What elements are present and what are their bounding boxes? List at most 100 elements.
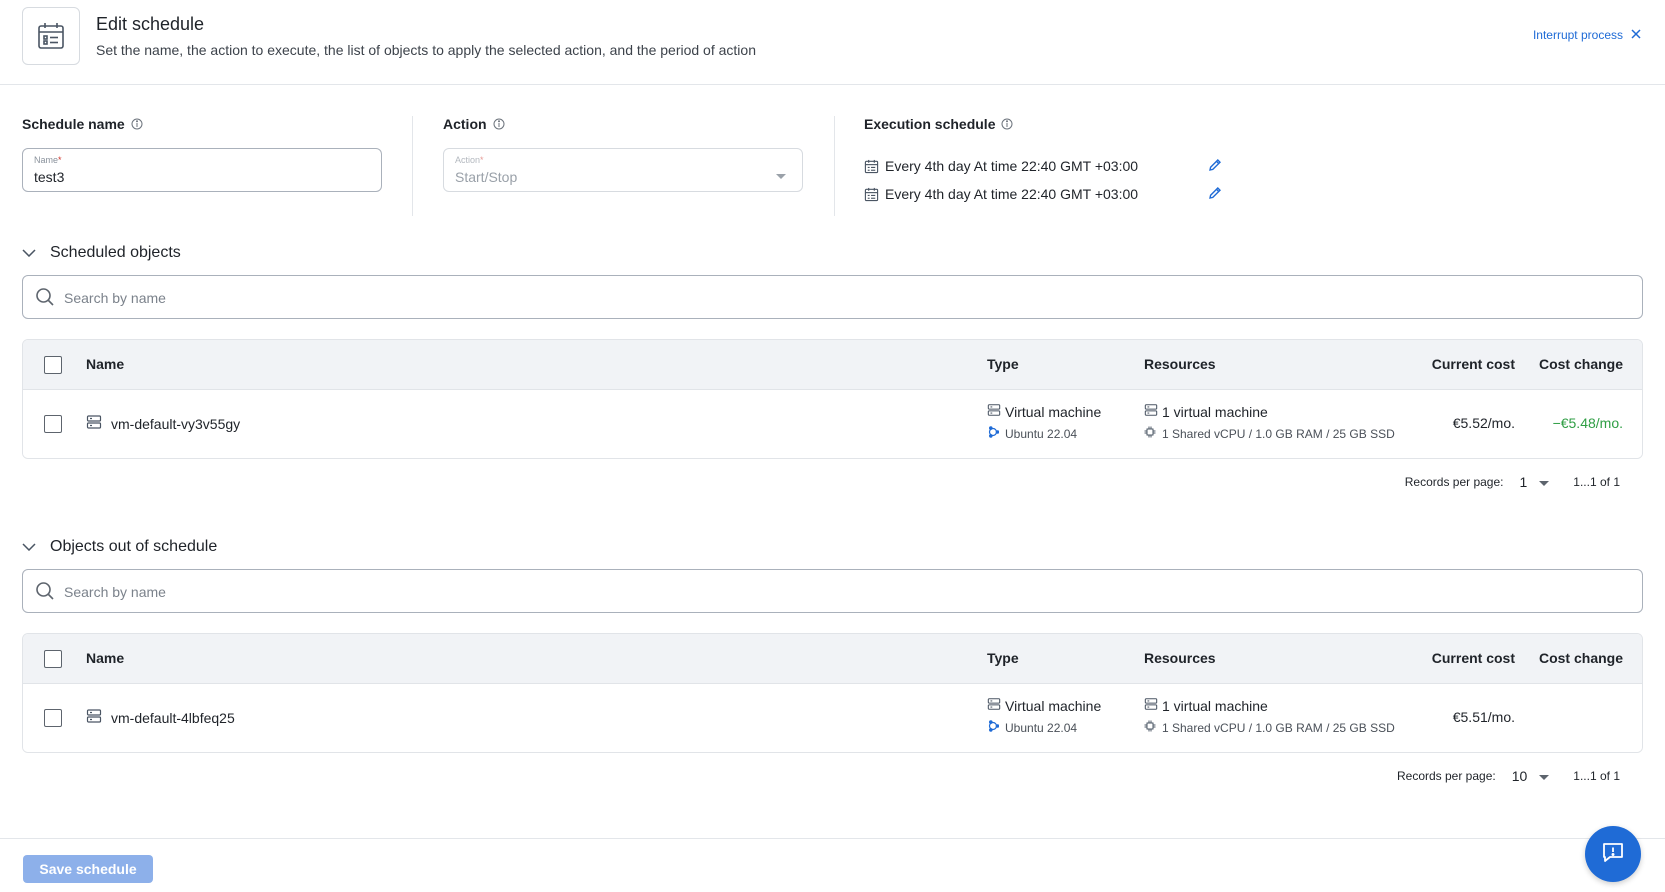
current-cost: €5.52/mo.: [1452, 415, 1515, 431]
records-per-page-value: 1: [1519, 474, 1528, 490]
chevron-down-icon: [1539, 768, 1550, 784]
object-os: Ubuntu 22.04: [1005, 426, 1078, 441]
records-per-page-select[interactable]: 1: [1520, 474, 1550, 490]
name-field-label: Name: [34, 155, 59, 165]
execution-schedule-label: Execution schedule: [864, 116, 996, 132]
page-title: Edit schedule: [96, 14, 205, 34]
action-value: Start/Stop: [455, 169, 518, 185]
resources-cell: 1 virtual machine 1 Shared vCPU / 1.0 GB…: [1144, 697, 1395, 735]
column-type[interactable]: Type: [987, 356, 1019, 372]
execution-schedule-item: Every 4th day At time 22:40 GMT +03:00: [864, 152, 1264, 180]
execution-schedule-text: Every 4th day At time 22:40 GMT +03:00: [885, 186, 1139, 202]
column-resources[interactable]: Resources: [1144, 356, 1216, 372]
column-current-cost[interactable]: Current cost: [1432, 356, 1515, 372]
cost-change: −€5.48/mo.: [1552, 415, 1623, 431]
search-placeholder: Search by name: [64, 290, 166, 306]
action-select[interactable]: Action* Start/Stop: [443, 148, 803, 192]
current-cost: €5.51/mo.: [1452, 709, 1515, 725]
records-per-page-label: Records per page:: [1396, 769, 1496, 783]
info-icon[interactable]: [493, 118, 505, 130]
server-icon: [86, 708, 102, 727]
execution-schedule-section: Execution schedule Every 4th day At time…: [864, 116, 1264, 208]
schedule-name-label: Schedule name: [22, 116, 125, 132]
interrupt-process-label: Interrupt process: [1532, 28, 1623, 42]
schedule-name-value: test3: [34, 169, 65, 185]
resources-cell: 1 virtual machine 1 Shared vCPU / 1.0 GB…: [1144, 403, 1395, 441]
unscheduled-objects-title: Objects out of schedule: [50, 538, 218, 555]
chevron-down-icon: [776, 167, 786, 185]
search-icon: [35, 581, 55, 606]
pagination-range: 1...1 of 1: [1573, 475, 1620, 489]
scheduled-objects-table: Name Type Resources Current cost Cost ch…: [22, 339, 1643, 459]
records-per-page-select[interactable]: 10: [1512, 768, 1550, 784]
search-placeholder: Search by name: [64, 584, 166, 600]
records-per-page-value: 10: [1511, 768, 1528, 784]
execution-schedule-item: Every 4th day At time 22:40 GMT +03:00: [864, 180, 1264, 208]
unscheduled-objects-toggle[interactable]: Objects out of schedule: [22, 538, 217, 556]
unscheduled-search-input[interactable]: Search by name: [22, 569, 1643, 613]
calendar-icon: [864, 159, 879, 174]
server-icon: [987, 403, 1001, 420]
column-cost-change[interactable]: Cost change: [1539, 356, 1623, 372]
object-type: Virtual machine: [1005, 697, 1102, 714]
pencil-icon[interactable]: [1208, 186, 1222, 203]
object-resources-detail: 1 Shared vCPU / 1.0 GB RAM / 25 GB SSD: [1162, 426, 1395, 441]
column-name[interactable]: Name: [86, 650, 124, 666]
row-checkbox[interactable]: [44, 415, 62, 433]
search-icon: [35, 287, 55, 312]
column-current-cost[interactable]: Current cost: [1432, 650, 1515, 666]
cpu-icon: [1144, 720, 1156, 735]
table-row[interactable]: vm-default-4lbfeq25 Virtual machine Ubun…: [23, 684, 1642, 752]
scheduled-objects-toggle[interactable]: Scheduled objects: [22, 244, 181, 262]
type-cell: Virtual machine Ubuntu 22.04: [987, 697, 1101, 735]
select-all-checkbox[interactable]: [44, 650, 62, 668]
page-footer: Save schedule: [0, 838, 1665, 892]
object-name: vm-default-vy3v55gy: [111, 415, 241, 432]
row-checkbox[interactable]: [44, 709, 62, 727]
close-icon: [1631, 28, 1641, 42]
interrupt-process-button[interactable]: Interrupt process: [1533, 28, 1641, 42]
table-row[interactable]: vm-default-vy3v55gy Virtual machine Ubun…: [23, 390, 1642, 458]
chevron-down-icon: [1539, 474, 1550, 490]
object-resources-detail: 1 Shared vCPU / 1.0 GB RAM / 25 GB SSD: [1162, 720, 1395, 735]
info-icon[interactable]: [131, 118, 143, 130]
column-type[interactable]: Type: [987, 650, 1019, 666]
pagination-range: 1...1 of 1: [1573, 769, 1620, 783]
column-resources[interactable]: Resources: [1144, 650, 1216, 666]
column-cost-change[interactable]: Cost change: [1539, 650, 1623, 666]
schedule-name-section: Schedule name Name* test3: [22, 116, 382, 192]
table-header: Name Type Resources Current cost Cost ch…: [23, 340, 1642, 390]
info-icon[interactable]: [1001, 118, 1013, 130]
column-name[interactable]: Name: [86, 356, 124, 372]
action-label: Action: [443, 116, 487, 132]
divider: [834, 116, 835, 216]
records-per-page-label: Records per page:: [1404, 475, 1504, 489]
object-resources: 1 virtual machine: [1162, 697, 1268, 714]
page-header: Edit schedule Set the name, the action t…: [0, 0, 1665, 85]
type-cell: Virtual machine Ubuntu 22.04: [987, 403, 1101, 441]
object-resources: 1 virtual machine: [1162, 403, 1268, 420]
pencil-icon[interactable]: [1208, 158, 1222, 175]
server-icon: [987, 697, 1001, 714]
object-type: Virtual machine: [1005, 403, 1102, 420]
server-icon: [1144, 697, 1158, 714]
schedule-name-field[interactable]: Name* test3: [22, 148, 382, 192]
table-header: Name Type Resources Current cost Cost ch…: [23, 634, 1642, 684]
scheduled-search-input[interactable]: Search by name: [22, 275, 1643, 319]
select-all-checkbox[interactable]: [44, 356, 62, 374]
execution-schedule-text: Every 4th day At time 22:40 GMT +03:00: [885, 158, 1139, 174]
object-os: Ubuntu 22.04: [1005, 720, 1078, 735]
feedback-icon: [1601, 840, 1625, 869]
feedback-button[interactable]: [1585, 826, 1641, 882]
ubuntu-icon: [987, 720, 1000, 735]
server-icon: [86, 414, 102, 433]
save-schedule-button[interactable]: Save schedule: [23, 855, 153, 883]
calendar-icon: [22, 7, 80, 65]
chevron-down-icon: [22, 244, 36, 262]
calendar-icon: [864, 187, 879, 202]
scheduled-objects-title: Scheduled objects: [50, 244, 181, 261]
server-icon: [1144, 403, 1158, 420]
page-subtitle: Set the name, the action to execute, the…: [96, 42, 756, 58]
object-name: vm-default-4lbfeq25: [111, 709, 235, 726]
scheduled-pagination: Records per page: 1 1...1 of 1: [1405, 474, 1620, 490]
